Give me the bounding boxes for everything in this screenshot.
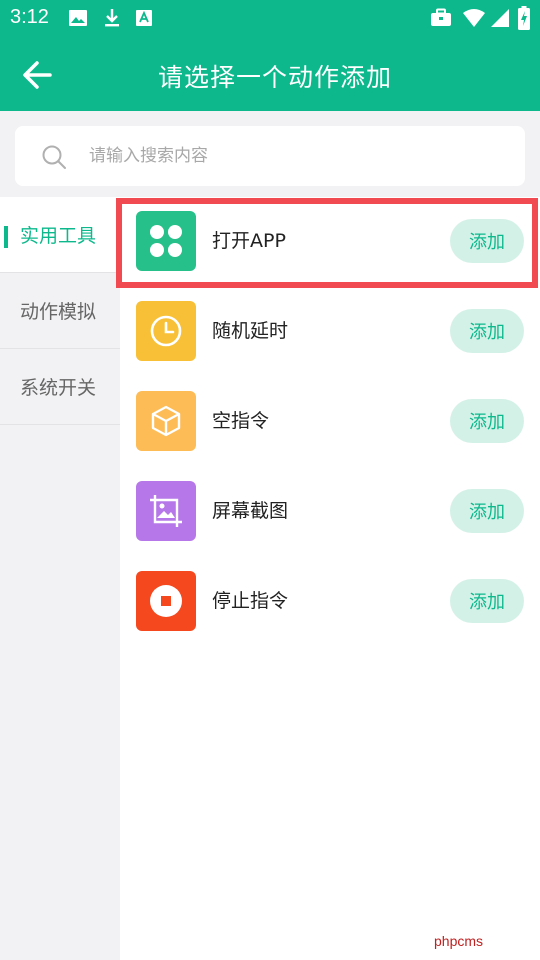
- app-grid-icon: [136, 211, 196, 271]
- text-badge-icon: [136, 10, 152, 26]
- sidebar-item-label: 实用工具: [20, 225, 97, 247]
- image-icon: [69, 10, 87, 26]
- screenshot-icon: [136, 481, 196, 541]
- action-list: 打开APP 添加 随机延时 添加 空指令 添加 屏幕截图 添加 停止指令 添加: [120, 197, 540, 960]
- action-item-random-delay[interactable]: 随机延时 添加: [120, 287, 540, 377]
- action-label: 随机延时: [212, 320, 289, 342]
- action-item-empty-command[interactable]: 空指令 添加: [120, 377, 540, 467]
- app-bar: 请选择一个动作添加: [0, 36, 540, 111]
- battery-charging-icon: [518, 6, 530, 30]
- search-box[interactable]: [15, 126, 525, 186]
- sidebar-item-simulate[interactable]: 动作模拟: [0, 273, 120, 349]
- action-label: 空指令: [212, 410, 270, 432]
- add-button[interactable]: 添加: [450, 309, 524, 353]
- action-item-open-app[interactable]: 打开APP 添加: [120, 197, 540, 287]
- briefcase-icon: [431, 8, 451, 26]
- action-item-stop-command[interactable]: 停止指令 添加: [120, 557, 540, 647]
- status-time: 3:12: [10, 6, 49, 28]
- add-button[interactable]: 添加: [450, 579, 524, 623]
- add-button[interactable]: 添加: [450, 399, 524, 443]
- clock-icon: [136, 301, 196, 361]
- page-title: 请选择一个动作添加: [157, 63, 392, 92]
- sidebar-item-label: 动作模拟: [20, 301, 97, 323]
- signal-icon: [491, 9, 509, 27]
- sidebar-item-switches[interactable]: 系统开关: [0, 349, 120, 425]
- download-icon: [105, 9, 119, 27]
- action-label: 停止指令: [212, 590, 289, 612]
- watermark: phpcms: [434, 933, 484, 949]
- search-icon: [42, 145, 66, 169]
- add-button[interactable]: 添加: [450, 489, 524, 533]
- action-label: 屏幕截图: [212, 500, 289, 522]
- category-sidebar: 实用工具 动作模拟 系统开关: [0, 197, 120, 960]
- stop-icon: [136, 571, 196, 631]
- cube-icon: [136, 391, 196, 451]
- action-label: 打开APP: [212, 230, 286, 252]
- sidebar-item-label: 系统开关: [20, 377, 97, 399]
- search-input[interactable]: [89, 138, 499, 174]
- wifi-icon: [463, 9, 485, 27]
- status-bar: 3:12: [0, 0, 540, 36]
- action-item-screenshot[interactable]: 屏幕截图 添加: [120, 467, 540, 557]
- sidebar-item-tools[interactable]: 实用工具: [0, 197, 120, 273]
- search-area: [0, 111, 540, 197]
- active-indicator: [4, 226, 8, 248]
- add-button[interactable]: 添加: [450, 219, 524, 263]
